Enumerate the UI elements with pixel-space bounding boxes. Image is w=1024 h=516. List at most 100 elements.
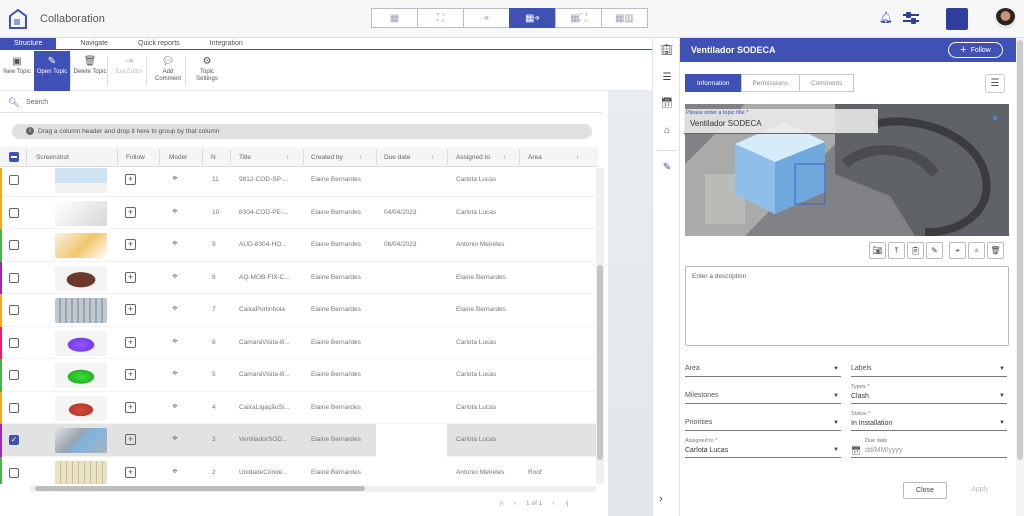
calendar-icon[interactable]: 📅︎ <box>660 97 674 111</box>
follow-button[interactable]: + Follow <box>948 42 1003 58</box>
assigned-to-select[interactable]: Assigned to * Carlota Lucas ▼ <box>685 438 841 458</box>
upload-icon[interactable]: ⤒ <box>888 242 905 259</box>
screenshot-thumbnail[interactable] <box>55 330 107 356</box>
table-row[interactable]: ✓ + ⌖ 3 VentiladorSOD... Elaine Bernardes Carl… <box>0 424 598 457</box>
milestones-select[interactable]: Milestones ▼ <box>685 384 841 404</box>
follow-plus-icon[interactable]: + <box>125 239 136 250</box>
camera-icon[interactable]: 📷︎ <box>869 242 886 259</box>
house-settings-icon[interactable]: ⌂ <box>660 124 674 138</box>
sort-arrow-icon[interactable]: ↑ <box>431 154 434 161</box>
row-checkbox[interactable] <box>9 175 19 185</box>
due-date-field[interactable]: 📅︎ Due date dd/MM/yyyy <box>851 438 1007 458</box>
model-target-icon[interactable]: ⌖ <box>169 401 181 413</box>
table-row[interactable]: + ⌖ 5 CamaraVisita-B... Elaine Bernardes Carl… <box>0 359 598 392</box>
status-select[interactable]: Status * In Installation ▼ <box>851 411 1007 431</box>
row-checkbox[interactable] <box>9 305 19 315</box>
delete-topic-button[interactable]: 🗑︎ Delete Topic <box>73 51 107 91</box>
row-checkbox[interactable] <box>9 402 19 413</box>
row-checkbox[interactable] <box>9 240 19 250</box>
menu-icon[interactable]: ☰ <box>985 74 1005 93</box>
model-target-icon[interactable]: ⌖ <box>169 466 181 478</box>
workspace-icon[interactable] <box>946 8 968 30</box>
due-date-input[interactable]: dd/MM/yyyy <box>865 447 902 454</box>
model-target-icon[interactable]: ⌖ <box>169 173 181 185</box>
exit-editor-button[interactable]: ⇥ Exit Editor <box>112 51 146 91</box>
row-checkbox[interactable] <box>9 370 19 380</box>
row-checkbox[interactable] <box>9 467 19 478</box>
row-checkbox[interactable] <box>9 272 19 283</box>
area-select[interactable]: Area ▼ <box>685 357 841 377</box>
sort-arrow-icon[interactable]: ↑ <box>286 154 289 161</box>
row-checkbox[interactable] <box>9 207 19 218</box>
last-page-icon[interactable]: ›| <box>564 500 568 507</box>
table-row[interactable]: + ⌖ 11 9812-COD-SP-... Elaine Bernardes Carlo… <box>0 168 598 197</box>
view-grid-target-button[interactable]: ▦⌖ <box>509 8 556 28</box>
tab-permissions[interactable]: Permissions <box>740 74 800 92</box>
tab-structure[interactable]: Structure <box>0 38 57 50</box>
chevron-right-icon[interactable]: › <box>659 493 663 505</box>
select-all-checkbox[interactable] <box>9 152 19 162</box>
next-page-icon[interactable]: › <box>552 500 554 507</box>
topic-title-input[interactable]: Ventilador SODECA <box>690 119 762 128</box>
tab-comments[interactable]: Comments <box>798 74 855 92</box>
tab-integration[interactable]: Integration <box>196 38 257 50</box>
screenshot-thumbnail[interactable] <box>55 298 107 323</box>
types-select[interactable]: Types * Clash ▼ <box>851 384 1007 404</box>
priorities-select[interactable]: Priorities ▼ <box>685 411 841 431</box>
row-checkbox[interactable]: ✓ <box>9 435 19 445</box>
table-row[interactable]: + ⌖ 10 8304-COD-PE-... Elaine Bernardes 04/04… <box>0 196 598 229</box>
follow-plus-icon[interactable]: + <box>125 369 136 380</box>
description-field[interactable]: Enter a description <box>685 266 1009 346</box>
view-grid-split-button[interactable]: ▦▥ <box>601 8 648 28</box>
pencil-icon[interactable]: ✎ <box>660 161 674 175</box>
view-grid-button[interactable]: ▦ <box>371 8 418 28</box>
screenshot-thumbnail[interactable] <box>55 168 107 193</box>
screenshot-thumbnail[interactable] <box>55 460 107 484</box>
follow-plus-icon[interactable]: + <box>125 174 136 185</box>
clipboard-icon[interactable]: 📋︎ <box>907 242 924 259</box>
panel-scrollbar-thumb[interactable] <box>1017 40 1023 460</box>
star-icon[interactable]: ★ <box>968 242 985 259</box>
close-button[interactable]: Close <box>903 482 947 499</box>
screenshot-thumbnail[interactable] <box>55 428 107 453</box>
view-target-button[interactable]: ⌖ <box>463 8 510 28</box>
sort-arrow-icon[interactable]: ↑ <box>359 154 362 161</box>
app-logo-icon[interactable] <box>8 8 28 30</box>
table-row[interactable]: + ⌖ 7 CaixaPortinhola Elaine Bernardes Elaine… <box>0 294 598 327</box>
screenshot-thumbnail[interactable] <box>55 265 107 291</box>
target-icon[interactable]: ⌖ <box>949 242 966 259</box>
column-header-created-by[interactable]: Created by <box>311 154 343 161</box>
calendar-icon[interactable]: 📅︎ <box>851 446 861 455</box>
follow-plus-icon[interactable]: + <box>125 466 136 478</box>
open-topic-button[interactable]: ✎ Open Topic <box>34 51 70 91</box>
tab-navigate[interactable]: Navigate <box>56 38 124 50</box>
topic-title-field[interactable]: Please enter a topic title * Ventilador … <box>684 109 878 134</box>
labels-select[interactable]: Labels ▼ <box>851 357 1007 377</box>
column-header-title[interactable]: Title <box>239 154 251 161</box>
column-header-assigned-to[interactable]: Assigned to <box>456 154 490 161</box>
screenshot-thumbnail[interactable] <box>55 395 107 421</box>
building-icon[interactable]: 🏢︎ <box>660 44 674 58</box>
prev-page-icon[interactable]: ‹ <box>514 500 516 507</box>
follow-plus-icon[interactable]: + <box>125 206 136 218</box>
model-target-icon[interactable]: ⌖ <box>169 206 181 218</box>
apply-button[interactable]: Apply <box>960 482 1000 499</box>
sort-arrow-icon[interactable]: ↑ <box>576 154 579 161</box>
tab-information[interactable]: Information <box>685 74 742 92</box>
first-page-icon[interactable]: |‹ <box>500 500 504 507</box>
row-checkbox[interactable] <box>9 337 19 348</box>
group-by-drop-zone[interactable]: i Drag a column header and drop it here … <box>12 124 592 139</box>
table-row[interactable]: + ⌖ 9 AUD-8304-HO... Elaine Bernardes 06/04/2… <box>0 229 598 262</box>
screenshot-thumbnail[interactable] <box>55 363 107 388</box>
bell-icon[interactable]: 🔔︎ <box>879 11 893 24</box>
table-row[interactable]: + ⌖ 8 AQ-MOB-FIX-C... Elaine Bernardes Elaine… <box>0 261 598 294</box>
trash-icon[interactable]: 🗑︎ <box>987 242 1004 259</box>
screenshot-thumbnail[interactable] <box>55 200 107 226</box>
model-target-icon[interactable]: ⌖ <box>169 368 181 380</box>
table-row[interactable]: + ⌖ 6 CamaraVisita-B... Elaine Bernardes Carl… <box>0 326 598 359</box>
sort-arrow-icon[interactable]: ↑ <box>503 154 506 161</box>
follow-plus-icon[interactable]: + <box>125 336 136 348</box>
column-header-screenshot[interactable]: Screenshot <box>36 154 69 161</box>
follow-plus-icon[interactable]: + <box>125 401 136 413</box>
toggles-icon[interactable] <box>903 12 919 24</box>
